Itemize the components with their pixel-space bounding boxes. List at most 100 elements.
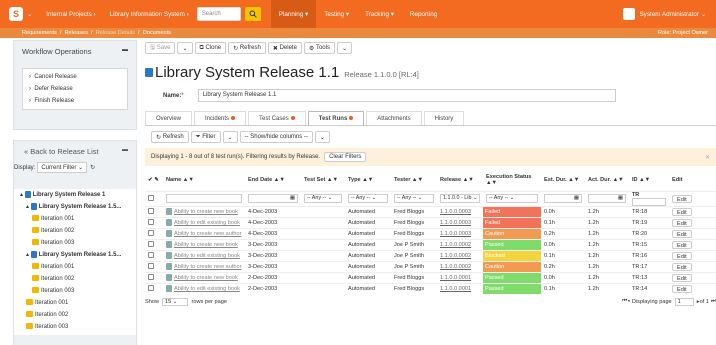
table-row[interactable]: Ability to create new author 3-Dec-2003 Au… [145, 260, 716, 272]
est-dur-filter[interactable]: ▦ [544, 194, 582, 203]
tree-node[interactable]: Iteration 002 [20, 309, 136, 321]
test-run-name-link[interactable]: Ability to edit existing book [174, 286, 240, 292]
search-input[interactable]: Search [196, 7, 241, 21]
status-filter[interactable]: -- Any -- ⌄ [486, 194, 538, 203]
tab-attachments[interactable]: Attachments [366, 111, 422, 125]
act-dur-filter[interactable]: ▦ [588, 194, 626, 203]
row-checkbox[interactable] [148, 230, 154, 237]
clone-button[interactable]: ⧉ Clone [194, 42, 227, 54]
refresh-icon[interactable]: ↻ [90, 164, 95, 171]
row-checkbox[interactable] [148, 219, 154, 226]
row-checkbox[interactable] [148, 208, 154, 215]
test-run-name-link[interactable]: Ability to edit existing book [174, 253, 240, 259]
table-row[interactable]: Ability to edit existing book 3-Dec-2003 A… [145, 249, 716, 261]
row-checkbox[interactable] [148, 263, 154, 270]
display-filter-select[interactable]: Current Filter ⌄ [37, 162, 88, 173]
filter-dropdown-button[interactable]: ⌄ [222, 131, 238, 143]
tree-node[interactable]: Iteration 003 [20, 237, 136, 249]
breadcrumb-release-details[interactable]: Release Details [96, 30, 135, 36]
id-filter-input[interactable] [632, 197, 666, 206]
tree-node[interactable]: Iteration 001 [20, 213, 136, 225]
column-est-dur[interactable]: Est. Dur. ▲▼ [541, 169, 585, 191]
table-row[interactable]: Ability to create new book 4-Dec-2003 Auto… [145, 205, 716, 217]
date-filter-input[interactable]: ▦ [248, 194, 298, 203]
name-filter-input[interactable] [166, 194, 242, 203]
breadcrumb-releases[interactable]: Releases [65, 30, 88, 36]
tree-node[interactable]: Iteration 003 [20, 285, 136, 297]
chevron-down-icon[interactable]: ⌄ [27, 11, 32, 18]
tree-node[interactable]: Iteration 001 [20, 261, 136, 273]
menu-planning[interactable]: Planning ▾ [270, 0, 317, 28]
tools-button[interactable]: ⚙ Tools [303, 42, 335, 54]
menu-tracking[interactable]: Tracking ▾ [357, 0, 402, 28]
tester-filter[interactable]: -- Any -- ⌄ [394, 194, 434, 203]
expand-toggle-icon[interactable]: ▴ [26, 252, 31, 258]
table-row[interactable]: Ability to create new book 2-Dec-2003 Auto… [145, 271, 716, 283]
release-link[interactable]: 1.1.0.0.0001 [440, 275, 471, 281]
release-link[interactable]: 1.1.0.0.0003 [440, 231, 471, 237]
column-id[interactable]: ID ▲▼ [629, 169, 669, 191]
edit-button[interactable]: Edit [672, 240, 692, 249]
filter-button[interactable]: ⏷ Filter [190, 131, 221, 143]
release-link[interactable]: 1.1.0.0.0002 [440, 253, 471, 259]
tree-node[interactable]: Iteration 002 [20, 273, 136, 285]
tab-test-cases[interactable]: Test Cases [248, 111, 306, 125]
delete-button[interactable]: ✖ Delete [267, 42, 302, 54]
test-run-name-link[interactable]: Ability to create new author [174, 264, 241, 270]
save-dropdown-button[interactable]: ⌄ [177, 42, 193, 54]
runs-refresh-button[interactable]: ↻ Refresh [151, 131, 189, 143]
cancel-release-op[interactable]: › Cancel Release [29, 71, 121, 83]
user-menu[interactable]: System Administrator ⌄ [623, 8, 706, 20]
collapse-icon[interactable]: ▬ [122, 47, 128, 56]
edit-button[interactable]: Edit [672, 284, 692, 293]
select-all-checkbox[interactable] [148, 195, 154, 202]
release-filter[interactable]: 1.1.0.0 - Lib ⌄ [440, 194, 480, 203]
menu-testing[interactable]: Testing ▾ [316, 0, 357, 28]
test-run-name-link[interactable]: Ability to create new book [174, 242, 238, 248]
back-to-release-list-link[interactable]: « Back to Release List [24, 147, 99, 156]
show-hide-dropdown-button[interactable]: ⌄ [314, 131, 330, 143]
spira-logo[interactable]: S [9, 7, 23, 21]
show-hide-columns-select[interactable]: -- Show/hide columns -- [239, 131, 313, 143]
column-execution-status[interactable]: Execution Status ▲▼ [483, 169, 541, 191]
defer-release-op[interactable]: › Defer Release [29, 83, 121, 95]
search-button[interactable] [244, 7, 261, 21]
pager-prev[interactable]: ⏮◂ [622, 298, 630, 305]
tree-node[interactable]: Iteration 002 [20, 225, 136, 237]
tools-dropdown-button[interactable]: ⌄ [336, 42, 352, 54]
select-all-header[interactable]: ✔ ✎ [145, 169, 163, 191]
project-selector[interactable]: Internal Projects › [46, 11, 95, 18]
release-link[interactable]: 1.1.0.0.0003 [440, 209, 471, 215]
table-row[interactable]: Ability to edit existing book 4-Dec-2003 A… [145, 216, 716, 228]
release-link[interactable]: 1.1.0.0.0002 [440, 264, 471, 270]
menu-reporting[interactable]: Reporting [402, 0, 445, 28]
refresh-button[interactable]: ↻ Refresh [228, 42, 266, 54]
column-act-dur[interactable]: Act. Dur. ▲▼ [585, 169, 629, 191]
breadcrumb-documents[interactable]: Documents [143, 30, 171, 36]
row-checkbox[interactable] [148, 285, 154, 292]
tree-node[interactable]: Iteration 003 [20, 321, 136, 333]
release-link[interactable]: 1.1.0.0.0003 [440, 220, 471, 226]
type-filter[interactable]: -- Any -- ⌄ [348, 194, 388, 203]
product-selector[interactable]: Library Information System › [110, 11, 189, 18]
name-input[interactable]: Library System Release 1.1 [197, 89, 616, 102]
tab-incidents[interactable]: Incidents [194, 111, 247, 125]
close-icon[interactable]: ✕ [705, 154, 710, 161]
table-row[interactable]: Ability to create new book 3-Dec-2003 Auto… [145, 238, 716, 250]
column-type[interactable]: Type ▲▼ [345, 169, 391, 191]
column-test-set[interactable]: Test Set ▲▼ [301, 169, 345, 191]
tab-overview[interactable]: Overview [145, 111, 193, 125]
test-set-filter[interactable]: -- Any -- ⌄ [304, 194, 342, 203]
tab-history[interactable]: History [423, 111, 465, 125]
pager-last[interactable]: ⏭ [711, 298, 716, 305]
test-run-name-link[interactable]: Ability to create new author [174, 231, 241, 237]
test-run-name-link[interactable]: Ability to create new book [174, 275, 238, 281]
save-button[interactable]: 🖫 Save [145, 42, 176, 54]
test-run-name-link[interactable]: Ability to create new book [174, 209, 238, 215]
row-checkbox[interactable] [148, 241, 154, 248]
row-checkbox[interactable] [148, 274, 154, 281]
table-row[interactable]: Ability to create new author 4-Dec-2003 Au… [145, 227, 716, 239]
edit-button[interactable]: Edit [672, 229, 692, 238]
tree-node[interactable]: ▴ Library System Release 1.5... [20, 249, 136, 261]
clear-filters-button[interactable]: Clear Filters [324, 152, 367, 162]
